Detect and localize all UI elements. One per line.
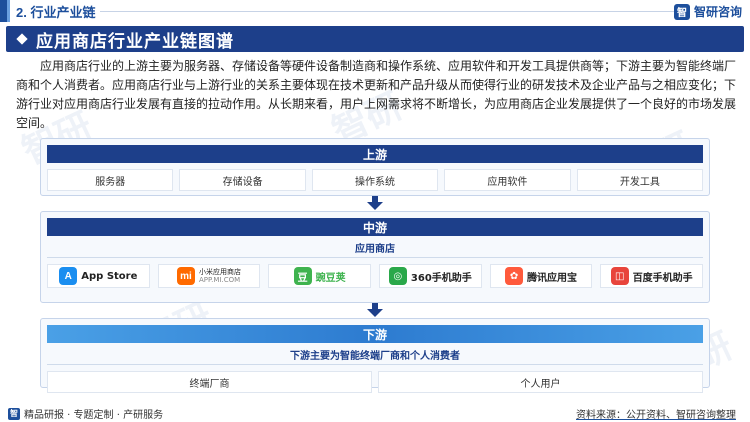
downstream-item: 个人用户	[378, 371, 703, 393]
app-name: 360手机助手	[410, 272, 472, 284]
industry-chain-diagram: 上游 服务器 存储设备 操作系统 应用软件 开发工具 中游 应用商店 A App…	[40, 138, 710, 396]
page-footer: 智 精品研报 · 专题定制 · 产研服务 资料来源：公开资料、智研咨询整理	[0, 402, 750, 422]
upstream-item: 服务器	[47, 169, 174, 191]
downstream-label: 下游主要为智能终端厂商和个人消费者	[290, 351, 460, 362]
upstream-item: 应用软件	[444, 169, 571, 191]
section-title: 2. 行业产业链	[16, 4, 96, 20]
footer-logo-icon: 智	[8, 407, 20, 420]
midstream-section: 中游 应用商店 A App Store mi 小米应用商店 APP.MI.COM…	[40, 211, 710, 303]
downstream-item: 终端厂商	[47, 371, 372, 393]
downstream-header: 下游	[47, 325, 703, 343]
app-item-baidu: ◫ 百度手机助手	[600, 264, 704, 288]
app-item-wandoujia: 豆 豌豆荚	[268, 264, 372, 288]
footer-underline	[576, 419, 736, 420]
360-icon: ◎	[388, 267, 407, 285]
page-header: 2. 行业产业链 智 智研咨询	[0, 0, 750, 22]
app-item-xiaomi: mi 小米应用商店 APP.MI.COM	[157, 264, 261, 288]
app-item-app-store: A App Store	[47, 264, 150, 288]
downstream-divider	[47, 364, 703, 365]
midstream-label: 应用商店	[355, 244, 395, 255]
tencent-icon: ✿	[505, 267, 524, 285]
header-bullet	[0, 0, 10, 22]
app-name: 小米应用商店	[199, 268, 241, 276]
header-divider	[100, 11, 675, 12]
app-store-list: A App Store mi 小米应用商店 APP.MI.COM 豆 豌豆荚 ◎…	[47, 264, 704, 288]
app-name: 腾讯应用宝	[527, 272, 578, 284]
brand-name: 智研咨询	[693, 5, 742, 19]
xiaomi-label: 小米应用商店 APP.MI.COM	[199, 268, 241, 284]
footer-tagline: 智 精品研报 · 专题定制 · 产研服务	[8, 406, 163, 421]
upstream-section: 上游 服务器 存储设备 操作系统 应用软件 开发工具	[40, 138, 710, 196]
down-arrow-icon	[367, 309, 383, 317]
app-subname: APP.MI.COM	[199, 276, 241, 284]
footer-tagline-text: 精品研报 · 专题定制 · 产研服务	[24, 410, 164, 421]
upstream-item: 操作系统	[311, 169, 439, 191]
app-name: App Store	[81, 270, 138, 282]
app-name: 百度手机助手	[632, 272, 693, 284]
downstream-items: 终端厂商 个人用户	[47, 371, 703, 393]
upstream-header: 上游	[47, 145, 703, 163]
app-store-icon: A	[59, 267, 78, 285]
title-banner: 应用商店行业产业链图谱	[6, 26, 744, 52]
upstream-items: 服务器 存储设备 操作系统 应用软件 开发工具	[47, 169, 704, 191]
brand[interactable]: 智 智研咨询	[673, 3, 742, 20]
upstream-item: 存储设备	[179, 169, 306, 191]
upstream-item: 开发工具	[576, 169, 704, 191]
app-item-360: ◎ 360手机助手	[379, 264, 482, 288]
brand-logo-icon: 智	[673, 3, 690, 20]
app-item-tencent: ✿ 腾讯应用宝	[489, 264, 593, 288]
app-name: 豌豆荚	[315, 272, 346, 284]
midstream-header: 中游	[47, 218, 703, 236]
intro-paragraph: 应用商店行业的上游主要为服务器、存储设备等硬件设备制造商和操作系统、应用软件和开…	[16, 59, 737, 130]
down-arrow-icon	[367, 202, 383, 210]
baidu-icon: ◫	[610, 267, 629, 285]
midstream-divider	[47, 257, 703, 258]
wandoujia-icon: 豆	[293, 267, 312, 285]
downstream-section: 下游 下游主要为智能终端厂商和个人消费者 终端厂商 个人用户	[40, 318, 710, 393]
page-title: 应用商店行业产业链图谱	[36, 31, 234, 51]
xiaomi-icon: mi	[177, 267, 195, 285]
diamond-icon	[16, 33, 28, 45]
